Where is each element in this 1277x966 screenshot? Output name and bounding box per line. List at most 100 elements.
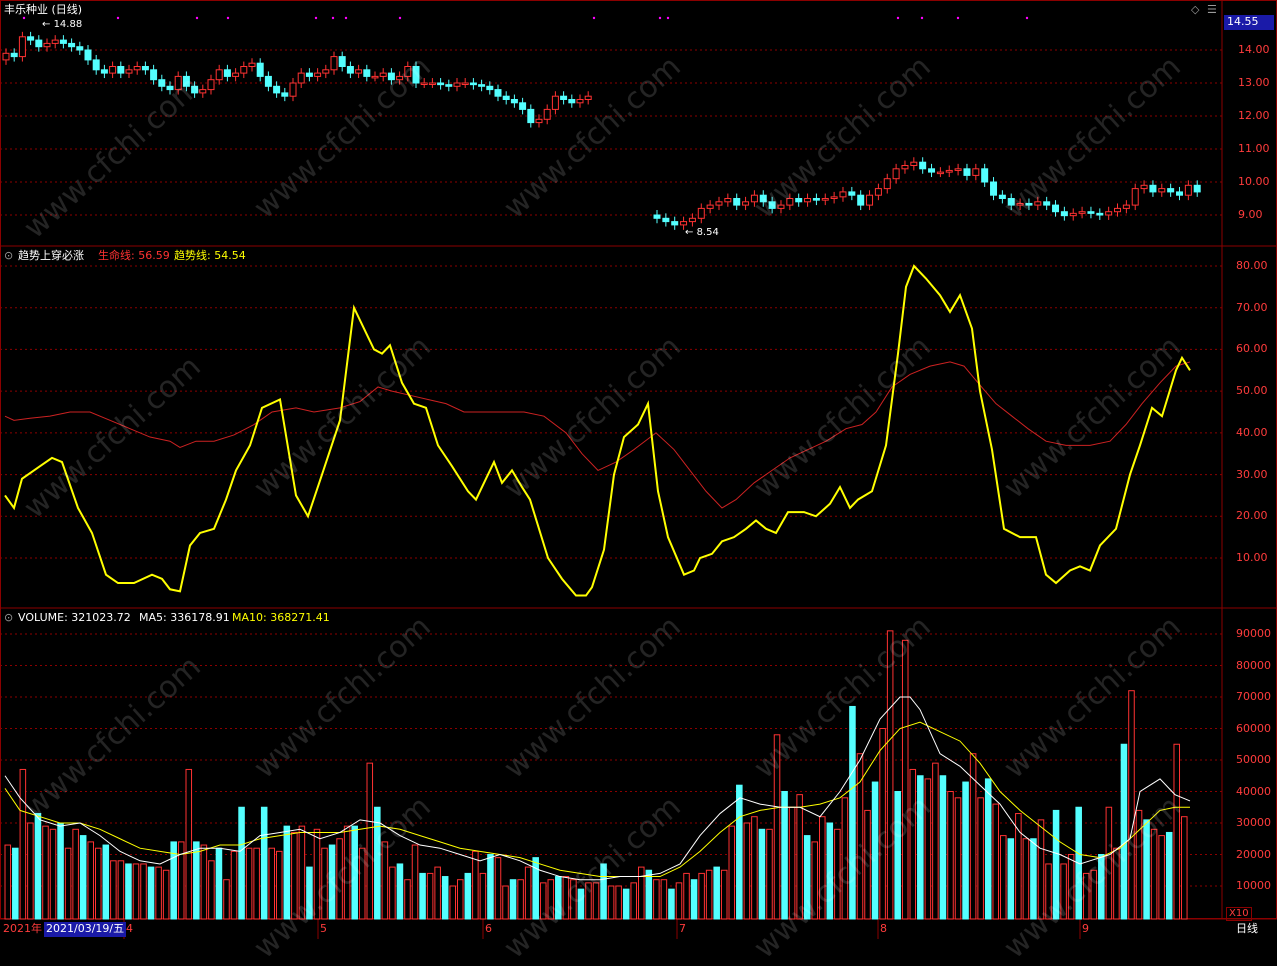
event-marker [956, 16, 960, 20]
volume-bar [1098, 854, 1105, 920]
volume-bar [27, 822, 34, 920]
event-marker [331, 16, 335, 20]
indicator-tick: 40.00 [1236, 425, 1268, 439]
candle-body [724, 198, 732, 203]
candle-body [901, 165, 909, 170]
volume-bar [683, 872, 690, 920]
volume-bar [374, 806, 381, 920]
current-price-tag: 14.55 [1224, 15, 1274, 30]
volume-bar [42, 825, 49, 920]
stock-title: 丰乐种业 (日线) [4, 3, 83, 16]
candle-body [551, 95, 559, 110]
volume-multiplier: X10 [1226, 907, 1252, 921]
candle-body [1016, 202, 1024, 206]
period-tab[interactable]: 日线 [1236, 922, 1258, 936]
indicator-tick: 70.00 [1236, 300, 1268, 314]
volume-bar [653, 879, 660, 920]
volume-bar [132, 863, 140, 920]
volume-bar [351, 825, 358, 920]
volume-bar [449, 885, 457, 920]
candle-body [27, 36, 35, 41]
event-marker [658, 16, 662, 20]
indicator-tick: 60.00 [1236, 342, 1268, 356]
candle-body [584, 95, 592, 100]
life-line-label: 生命线: 56.59 [98, 249, 170, 262]
candle-body [1087, 211, 1095, 214]
candle-body [697, 207, 705, 219]
volume-bar [140, 863, 147, 920]
volume-bar [1158, 835, 1165, 920]
cursor-date: 2021/03/19/五 [44, 922, 127, 937]
volume-bar [1067, 854, 1075, 920]
event-marker [666, 16, 670, 20]
indicator-name[interactable]: 趋势上穿必涨 [18, 249, 84, 263]
event-marker [314, 16, 318, 20]
candle-body [883, 178, 891, 190]
volume-bar [110, 860, 117, 920]
month-label: 9 [1082, 922, 1089, 935]
candle-body [680, 221, 688, 226]
volume-bar [517, 879, 524, 920]
volume-bar [479, 872, 487, 920]
month-label: 6 [485, 922, 492, 935]
candle-body [1114, 207, 1122, 213]
volume-bar [1120, 743, 1128, 920]
candle-body [742, 201, 750, 206]
candle-body [1131, 188, 1139, 206]
volume-bar [472, 850, 479, 920]
candle-body [1158, 188, 1166, 193]
candle-body [2, 52, 10, 61]
volume-bar [977, 797, 984, 920]
volume-bar [1181, 816, 1188, 920]
volume-bar [268, 847, 276, 920]
volume-bar [600, 863, 607, 920]
candle-body [706, 204, 714, 209]
candle-body [420, 82, 428, 85]
candle-body [109, 66, 117, 74]
chart-canvas[interactable] [0, 0, 1277, 939]
volume-bar [328, 844, 336, 920]
volume-bar [615, 885, 622, 920]
candle-body [919, 161, 927, 170]
volume-bar [381, 841, 389, 920]
volume-bar [1045, 863, 1052, 920]
volume-bar [962, 781, 969, 920]
volume-bar [736, 784, 743, 920]
collapse-icon[interactable]: ⊙ [4, 611, 13, 625]
volume-bar [668, 888, 675, 920]
volume-bar [834, 828, 841, 920]
candle-body [43, 42, 51, 48]
volume-bar [901, 639, 909, 920]
candle-body [338, 56, 346, 67]
volume-bar [200, 844, 208, 920]
volume-bar [215, 847, 223, 920]
volume-bar [411, 844, 419, 920]
event-marker [195, 16, 199, 20]
volume-bar [1007, 838, 1015, 920]
volume-bar [19, 768, 27, 920]
candle-body [1140, 184, 1148, 190]
candle-body [281, 92, 289, 97]
candle-body [1096, 212, 1104, 216]
month-label: 4 [126, 922, 133, 935]
menu-icon[interactable]: ☰ [1207, 3, 1217, 17]
candle-body [928, 168, 936, 173]
event-marker [398, 16, 402, 20]
candle-body [297, 72, 305, 84]
volume-bar [79, 835, 87, 920]
price-tick: 11.00 [1238, 142, 1270, 155]
volume-bar [1022, 838, 1030, 920]
volume-bar [1060, 863, 1067, 920]
volume-bar [592, 882, 600, 920]
volume-bar [441, 876, 449, 920]
collapse-icon[interactable]: ⊙ [4, 249, 13, 263]
volume-bar [260, 806, 268, 920]
candle-body [232, 72, 240, 77]
candle-body [486, 85, 494, 91]
candle-body [379, 72, 387, 77]
candle-body [990, 181, 998, 196]
diamond-icon[interactable]: ◇ [1191, 3, 1199, 17]
price-tick: 14.00 [1238, 43, 1270, 56]
candle-body [671, 221, 679, 226]
candle-body [519, 102, 527, 110]
